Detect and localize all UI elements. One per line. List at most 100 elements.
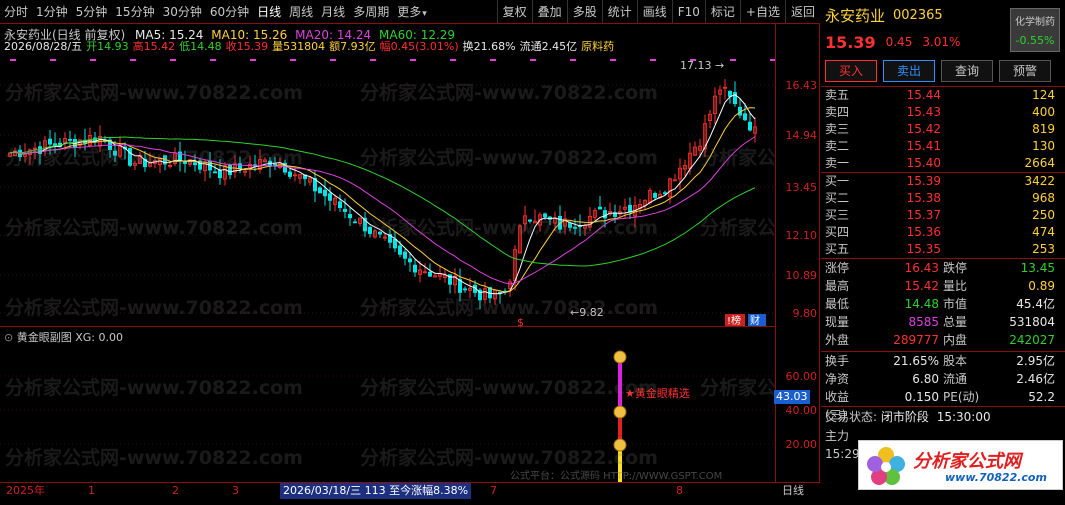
bid-row[interactable]: 买一 15.39 3422 <box>821 173 1065 190</box>
sub-tick-label: 60.00 <box>785 370 818 383</box>
toolbar-button[interactable]: +自选 <box>739 0 785 24</box>
toolbar-button[interactable]: 复权 <box>496 0 532 24</box>
date-tick-label: 2025年 <box>6 484 45 497</box>
period-tab[interactable]: 日线 <box>253 0 285 24</box>
period-tab[interactable]: 月线 <box>317 0 349 24</box>
bid-levels: 买一 15.39 3422 买二 15.38 968 买三 15.37 250 买四 15.36 47… <box>821 173 1065 258</box>
bid-volume: 474 <box>1032 225 1055 239</box>
period-tab[interactable]: 1分钟 <box>32 0 72 24</box>
watermark-text: 分析家公式网-www.70822.com <box>5 216 303 239</box>
bid-price: 15.36 <box>906 225 941 239</box>
ask-label: 卖二 <box>825 139 850 153</box>
bid-row[interactable]: 买五 15.35 253 <box>821 241 1065 258</box>
ma5-line <box>9 94 756 295</box>
signal-dash <box>250 59 256 61</box>
bid-row[interactable]: 买二 15.38 968 <box>821 190 1065 207</box>
toolbar-button[interactable]: 多股 <box>566 0 602 24</box>
stat-label: 内盘 <box>943 333 968 347</box>
bid-price: 15.38 <box>906 191 941 205</box>
buy-button[interactable]: 买入 <box>825 60 877 82</box>
period-tab[interactable]: 15分钟 <box>111 0 158 24</box>
watermark-text: 分析家公式网-www.70822.com <box>360 446 658 469</box>
period-tab[interactable]: 多周期 <box>349 0 393 24</box>
ask-row[interactable]: 卖一 15.40 2664 <box>821 155 1065 172</box>
candle-body <box>317 187 322 194</box>
ask-price: 15.41 <box>906 139 941 153</box>
signal-dash <box>290 59 296 61</box>
watermark-text: 分析家公式网-www.70822.com <box>360 81 658 104</box>
candle-body <box>598 206 603 210</box>
watermark-text: 分析家公式网-www.70822.com <box>360 146 658 169</box>
ask-row[interactable]: 卖五 15.44 124 <box>821 87 1065 104</box>
period-tab[interactable]: 分时 <box>0 0 32 24</box>
toolbar-button[interactable]: F10 <box>671 0 705 24</box>
stat-row: 收益(三) 0.150 PE(动) 52.2 <box>821 388 1065 422</box>
toolbar-button[interactable]: 返回 <box>784 0 820 24</box>
trade-buttons: 买入 卖出 查询 预警 <box>821 54 1065 86</box>
ask-volume: 400 <box>1032 105 1055 119</box>
signal-dash <box>410 59 416 61</box>
sell-button[interactable]: 卖出 <box>883 60 935 82</box>
stat-value: 45.4亿 <box>1016 297 1055 311</box>
toolbar-button[interactable]: 统计 <box>601 0 637 24</box>
flower-logo-icon <box>867 447 905 485</box>
stat-value: 2.46亿 <box>1016 372 1055 386</box>
bid-row[interactable]: 买三 15.37 250 <box>821 207 1065 224</box>
query-button[interactable]: 查询 <box>941 60 993 82</box>
fundamental-stats: 换手 21.65% 股本 2.95亿 净资 6.80 流通 2.46亿 收益(三) 0.150 PE… <box>821 351 1065 422</box>
candle-body <box>653 193 658 198</box>
sector-badge[interactable]: 化学制药 -0.55% <box>1010 8 1060 52</box>
bid-row[interactable]: 买四 15.36 474 <box>821 224 1065 241</box>
candle-body <box>217 169 222 179</box>
watermark-text: 分析家公式网-www.70822.com <box>700 146 775 169</box>
site-logo: 分析家公式网 www.70822.com <box>858 440 1063 490</box>
period-tab[interactable]: 60分钟 <box>206 0 253 24</box>
max-price-label: 17.13 → <box>680 59 724 72</box>
signal-dash <box>10 59 16 61</box>
candle-body <box>397 245 402 255</box>
stat-label: 股本 <box>943 354 968 368</box>
period-tab[interactable]: 周线 <box>285 0 317 24</box>
signal-dash <box>130 59 136 61</box>
ask-price: 15.40 <box>906 156 941 170</box>
period-tab[interactable]: 5分钟 <box>72 0 112 24</box>
sub-tick-label: 20.00 <box>785 438 818 451</box>
period-indicator[interactable]: 日线 <box>782 483 804 499</box>
period-tab[interactable]: 30分钟 <box>159 0 206 24</box>
signal-dash <box>450 59 456 61</box>
logo-url: www.70822.com <box>945 471 1047 484</box>
bid-volume: 968 <box>1032 191 1055 205</box>
sub-tick-label: 40.00 <box>785 404 818 417</box>
collapse-icon[interactable]: ⊙ <box>4 331 13 344</box>
ask-volume: 124 <box>1032 88 1055 102</box>
watermark-text: 分析家公式网-www.70822.com <box>5 446 303 469</box>
price-tick-label: 9.80 <box>792 307 818 320</box>
stat-label: 市值 <box>943 297 968 311</box>
toolbar-button[interactable]: 叠加 <box>531 0 567 24</box>
trade-state-value: 闭市阶段 <box>880 410 929 424</box>
trade-state: 交易状态: 闭市阶段 15:30:00 <box>821 406 1065 426</box>
stat-row: 最低 14.48 市值 45.4亿 <box>821 295 1065 313</box>
period-tab[interactable]: 更多▾ <box>393 0 431 24</box>
stat-value: 14.48 <box>904 297 939 311</box>
trade-state-time: 15:30:00 <box>936 410 991 424</box>
signal-dash <box>370 59 376 61</box>
stat-row: 现量 8585 总量 531804 <box>821 313 1065 331</box>
candle-body <box>212 171 217 174</box>
alert-button[interactable]: 预警 <box>999 60 1051 82</box>
kline-chart[interactable]: 17.13 → ←9.82 $ !榜财 ★黄金眼精选 分析家公式网-www.70822.c… <box>0 24 820 482</box>
ask-label: 卖四 <box>825 105 850 119</box>
ask-volume: 2664 <box>1024 156 1055 170</box>
ask-row[interactable]: 卖四 15.43 400 <box>821 104 1065 121</box>
toolbar-button[interactable]: 画线 <box>636 0 672 24</box>
ask-row[interactable]: 卖三 15.42 819 <box>821 121 1065 138</box>
ask-label: 卖五 <box>825 88 850 102</box>
date-tick-label: 7 <box>490 484 497 497</box>
toolbar-button[interactable]: 标记 <box>704 0 740 24</box>
bid-price: 15.35 <box>906 242 941 256</box>
ask-row[interactable]: 卖二 15.41 130 <box>821 138 1065 155</box>
top-toolbar: 分时 1分钟 5分钟 15分钟 30分钟 60分钟 日线 周线 月线 多周期 更多▾ 复权 叠加 多股统… <box>0 0 820 24</box>
price-change: 0.45 <box>885 35 913 49</box>
candle-body <box>342 208 347 212</box>
ask-label: 卖三 <box>825 122 850 136</box>
